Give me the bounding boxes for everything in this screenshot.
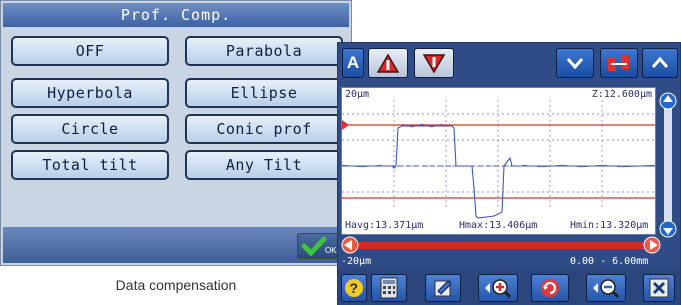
lower-cursor-button[interactable] bbox=[414, 48, 454, 78]
a-mode-icon: A bbox=[346, 53, 360, 72]
a-mode-button[interactable]: A bbox=[342, 48, 364, 78]
option-ellipse-button[interactable]: Ellipse bbox=[185, 78, 343, 108]
upper-cursor-button[interactable] bbox=[368, 48, 408, 78]
zoom-in-button[interactable] bbox=[478, 274, 518, 302]
cursor-link-button[interactable] bbox=[600, 48, 638, 78]
zoom-in-icon bbox=[485, 279, 512, 299]
x-min-label: -20μm bbox=[341, 256, 372, 267]
grid bbox=[342, 100, 655, 208]
edit-icon bbox=[434, 280, 452, 297]
option-conic-prof-button[interactable]: Conic prof bbox=[185, 114, 343, 144]
hmin-readout: Hmin:13.320μm bbox=[570, 220, 649, 231]
option-circle-button[interactable]: Circle bbox=[11, 114, 169, 144]
chevron-up-icon bbox=[651, 56, 669, 68]
calculator-icon bbox=[380, 277, 398, 299]
x-range-label: 0.00 - 6.00mm bbox=[570, 256, 649, 267]
svg-text:OK: OK bbox=[325, 246, 337, 255]
vertical-scrollbar[interactable] bbox=[658, 91, 678, 239]
range-left-arrow-icon bbox=[341, 236, 359, 254]
edit-button[interactable] bbox=[425, 274, 461, 302]
help-icon: ? bbox=[345, 279, 363, 297]
option-hyperbola-button[interactable]: Hyperbola bbox=[11, 78, 169, 108]
profile-noise bbox=[342, 123, 655, 168]
lower-cursor-icon bbox=[422, 54, 446, 74]
profile-compensation-panel: Prof. Comp. OFF Parabola Hyperbola Ellip… bbox=[0, 0, 352, 266]
panel-title: Prof. Comp. bbox=[3, 3, 349, 27]
scroll-up-arrow-icon bbox=[659, 92, 677, 110]
zoom-out-button[interactable] bbox=[586, 274, 626, 302]
option-off-button[interactable]: OFF bbox=[11, 36, 169, 66]
option-total-tilt-button[interactable]: Total tilt bbox=[11, 150, 169, 180]
ok-check-icon: OK bbox=[301, 236, 337, 256]
profile-graph[interactable]: 20μm Z:12.600μm Havg:13.371μm Hmax:13.40… bbox=[341, 87, 656, 235]
upper-cursor-icon bbox=[376, 53, 400, 73]
option-any-tilt-button[interactable]: Any Tilt bbox=[185, 150, 343, 180]
help-button[interactable]: ? bbox=[341, 274, 367, 302]
close-icon bbox=[649, 278, 669, 298]
calculator-button[interactable] bbox=[371, 274, 407, 302]
close-button[interactable] bbox=[643, 274, 675, 302]
cursor-link-icon bbox=[608, 55, 629, 71]
option-parabola-button[interactable]: Parabola bbox=[185, 36, 343, 66]
scroll-up-button[interactable] bbox=[642, 48, 678, 78]
horizontal-range-slider[interactable]: -20μm 0.00 - 6.00mm bbox=[341, 235, 677, 269]
range-right-arrow-icon bbox=[643, 236, 661, 254]
chevron-down-icon bbox=[566, 58, 584, 70]
upper-cursor-marker bbox=[342, 120, 349, 130]
svg-text:?: ? bbox=[350, 280, 359, 296]
scroll-down-button[interactable] bbox=[556, 48, 594, 78]
zoom-out-icon bbox=[593, 279, 620, 299]
bottom-toolbar: ? bbox=[338, 269, 680, 305]
refresh-icon bbox=[541, 279, 559, 297]
profile-plot bbox=[342, 100, 655, 219]
z-readout: Z:12.600μm bbox=[591, 89, 652, 100]
refresh-button[interactable] bbox=[531, 274, 569, 302]
havg-readout: Havg:13.371μm bbox=[345, 220, 424, 231]
scale-label: 20μm bbox=[345, 89, 370, 100]
profile-graph-panel: A 20μm Z:12.600μm Havg:13.371μm Hmax:13.… bbox=[337, 42, 681, 305]
figure-caption: Data compensation bbox=[115, 277, 237, 293]
hmax-readout: Hmax:13.406μm bbox=[459, 220, 538, 231]
